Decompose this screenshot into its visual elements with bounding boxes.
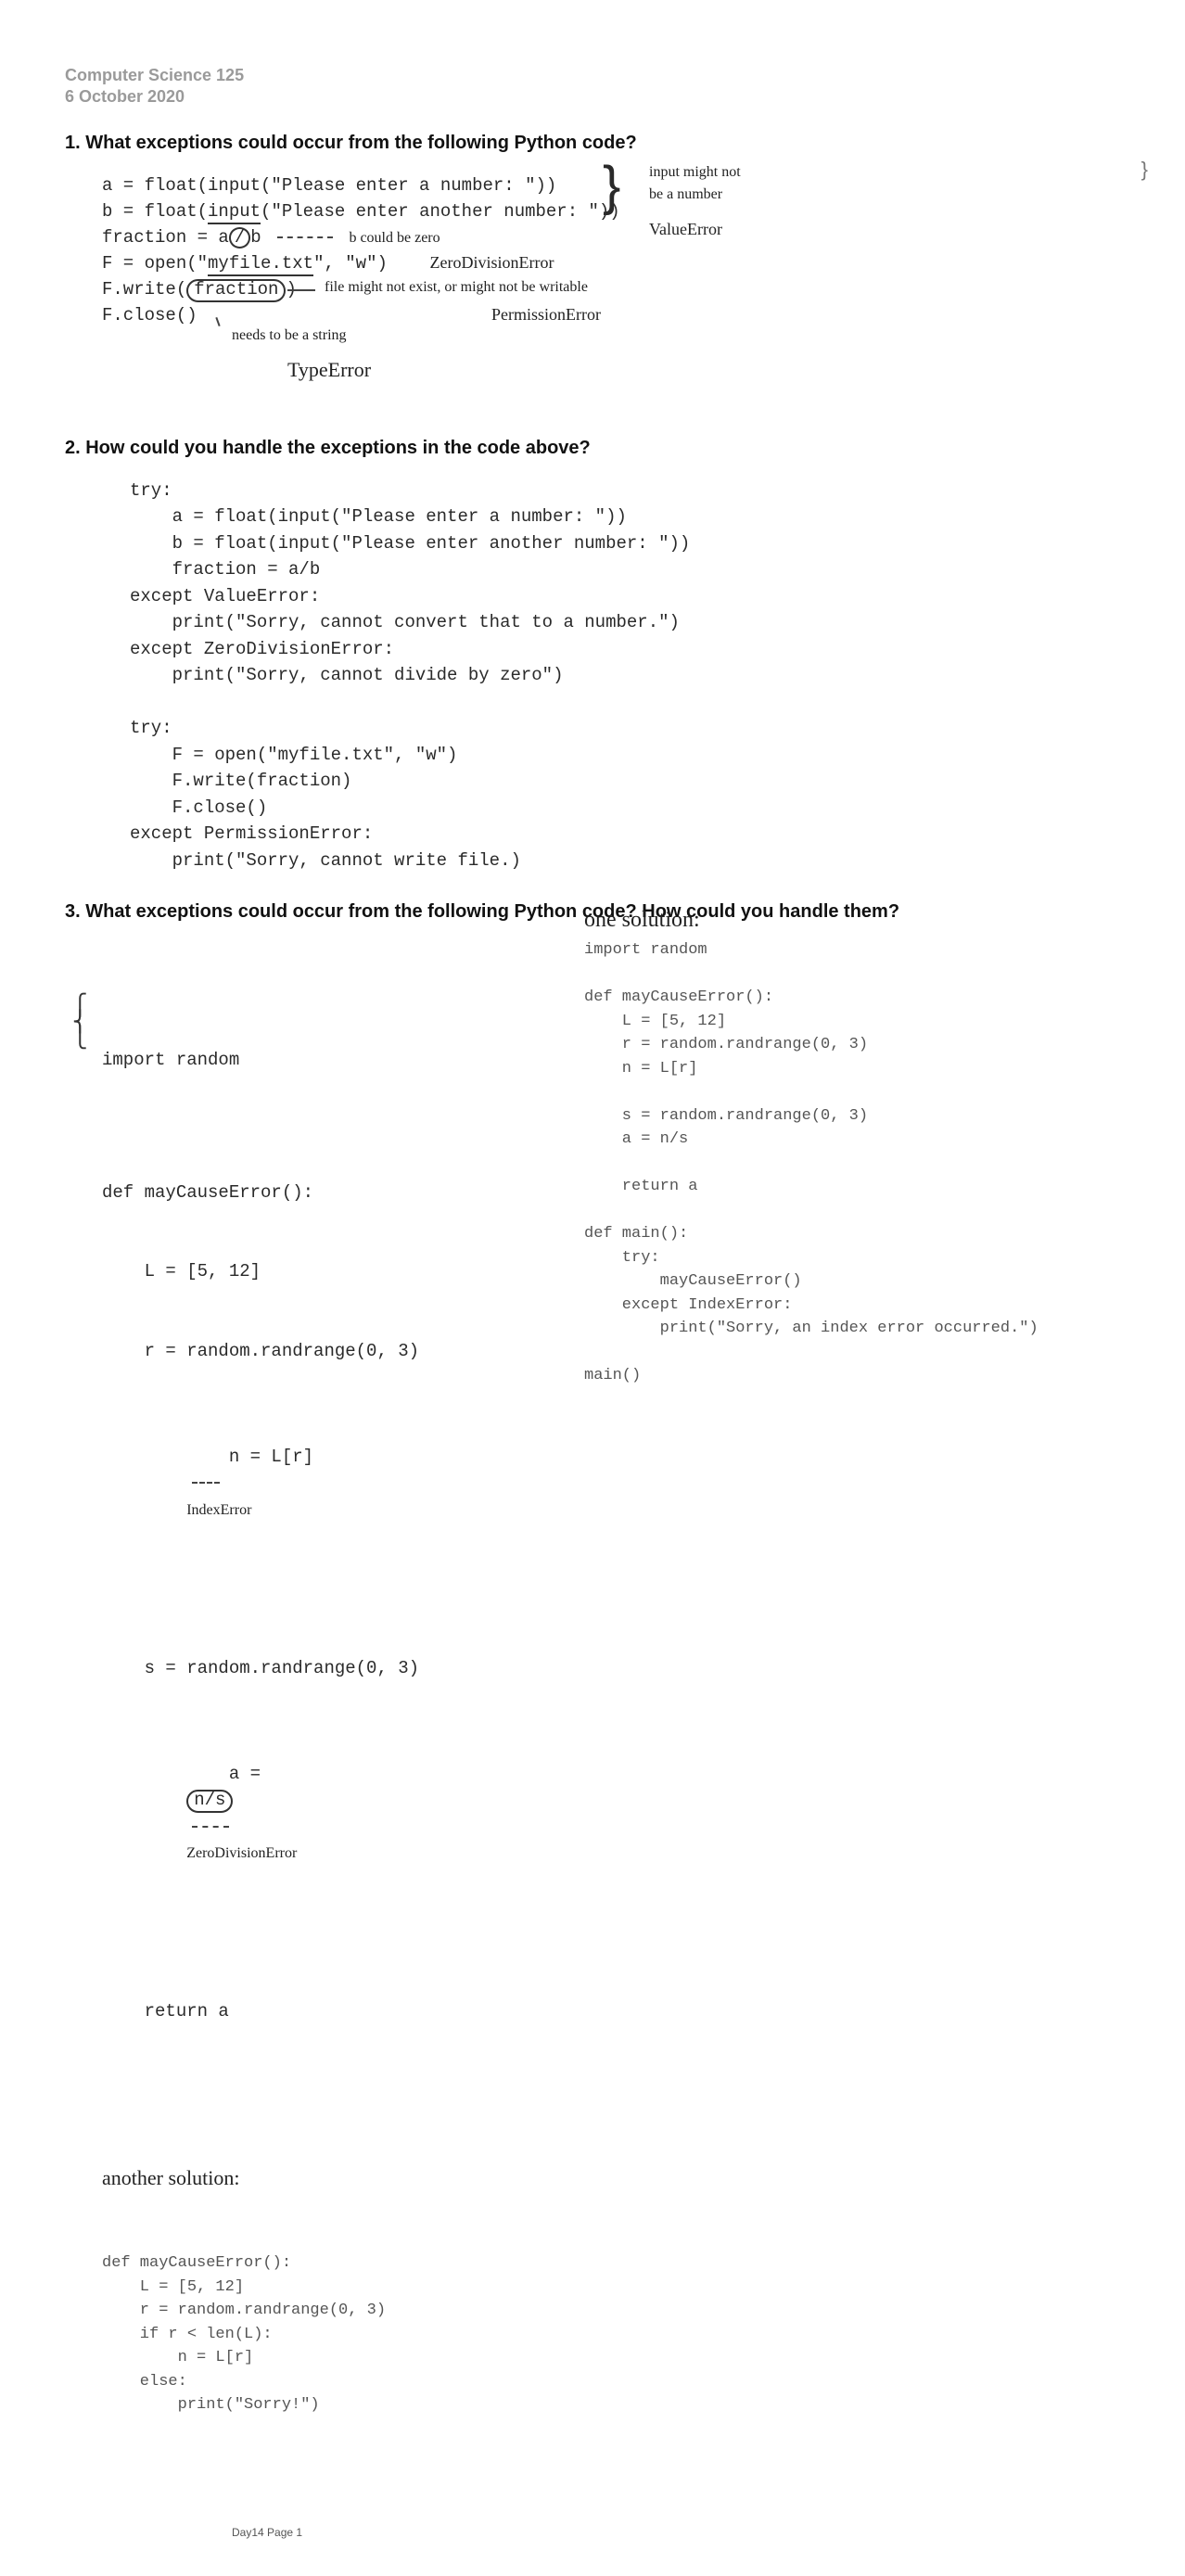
q1-line6: F.close()	[102, 302, 198, 329]
annotation-file-might-not-exist: file might not exist, or might not be wr…	[325, 276, 588, 299]
q3-left-l3a: n = L[r]	[186, 1447, 313, 1467]
annotation-index-error: IndexError	[186, 1502, 251, 1518]
q1-line3-b: b	[250, 227, 261, 248]
leader-icon	[287, 289, 315, 291]
q3-left-import: import random	[102, 1047, 547, 1074]
q1-line4-c: ", "w")	[313, 253, 388, 274]
q3-left-l4: s = random.randrange(0, 3)	[102, 1655, 547, 1682]
q3-left-l1: L = [5, 12]	[102, 1258, 547, 1285]
leader-icon	[215, 317, 220, 326]
annotation-permission-error: PermissionError	[491, 302, 601, 327]
q3-right-code: import random def mayCauseError(): L = […	[584, 938, 1103, 1388]
course-date: 6 October 2020	[65, 87, 185, 106]
q1-line2-c: ("Please enter another number: "))	[261, 201, 620, 222]
annotation-input-might-not-be-number: input might not be a number	[649, 161, 741, 206]
q1-line4-a: F = open("	[102, 253, 208, 274]
q3-alt-solution-code: def mayCauseError(): L = [5, 12] r = ran…	[102, 2251, 547, 2417]
q1-line5-a: F.write(	[102, 279, 186, 300]
q1-heading: 1. What exceptions could occur from the …	[65, 133, 1120, 154]
annotation-type-error: TypeError	[287, 354, 371, 385]
q2-code-block: try: a = float(input("Please enter a num…	[130, 478, 1120, 874]
q3-left-l5a: a =	[186, 1764, 261, 1784]
q2-heading: 2. How could you handle the exceptions i…	[65, 438, 1120, 459]
annotation-zero-division-error-2: ZeroDivisionError	[186, 1845, 297, 1861]
q1-line2-a: b = float(	[102, 201, 208, 222]
q1-line3-a: fraction = a	[102, 227, 229, 248]
page-edge-mark: }	[1141, 158, 1148, 182]
q3-left-l6: return a	[102, 1998, 547, 2025]
q1-line3-slash-circled: /	[229, 227, 250, 249]
q3-left-l2: r = random.randrange(0, 3)	[102, 1338, 547, 1365]
brace-icon: ⎧⎨⎩	[72, 997, 88, 1046]
annotation-needs-to-be-string: needs to be a string	[232, 325, 347, 347]
leader-icon	[192, 1826, 229, 1828]
another-solution-label: another solution:	[102, 2162, 547, 2193]
q1-line5-fraction-circled: fraction	[186, 279, 286, 302]
q1-code-block: } input might not be a number ValueError…	[102, 172, 1120, 414]
q3-left-def: def mayCauseError():	[102, 1180, 547, 1206]
q3-left-column: ⎧⎨⎩ import random def mayCauseError(): L…	[102, 941, 547, 2470]
leader-icon	[277, 236, 333, 238]
annotation-zero-division-error: ZeroDivisionError	[430, 253, 554, 272]
annotation-value-error: ValueError	[649, 217, 722, 242]
q3-left-ns-circled: n/s	[186, 1790, 233, 1813]
page-footer: Day14 Page 1	[232, 2526, 1120, 2539]
one-solution-label: one solution:	[584, 908, 1103, 933]
q1-line4-filename-underlined: myfile.txt	[208, 253, 313, 276]
q3-right-column: one solution: import random def mayCause…	[584, 941, 1103, 1388]
q1-line2-input-underlined: input	[208, 201, 261, 224]
page-header: Computer Science 125 6 October 2020	[65, 65, 1120, 108]
course-title: Computer Science 125	[65, 66, 244, 84]
leader-icon	[192, 1482, 220, 1484]
q1-line1: a = float(input("Please enter a number: …	[102, 172, 556, 199]
annotation-b-could-be-zero: b could be zero	[349, 230, 440, 246]
